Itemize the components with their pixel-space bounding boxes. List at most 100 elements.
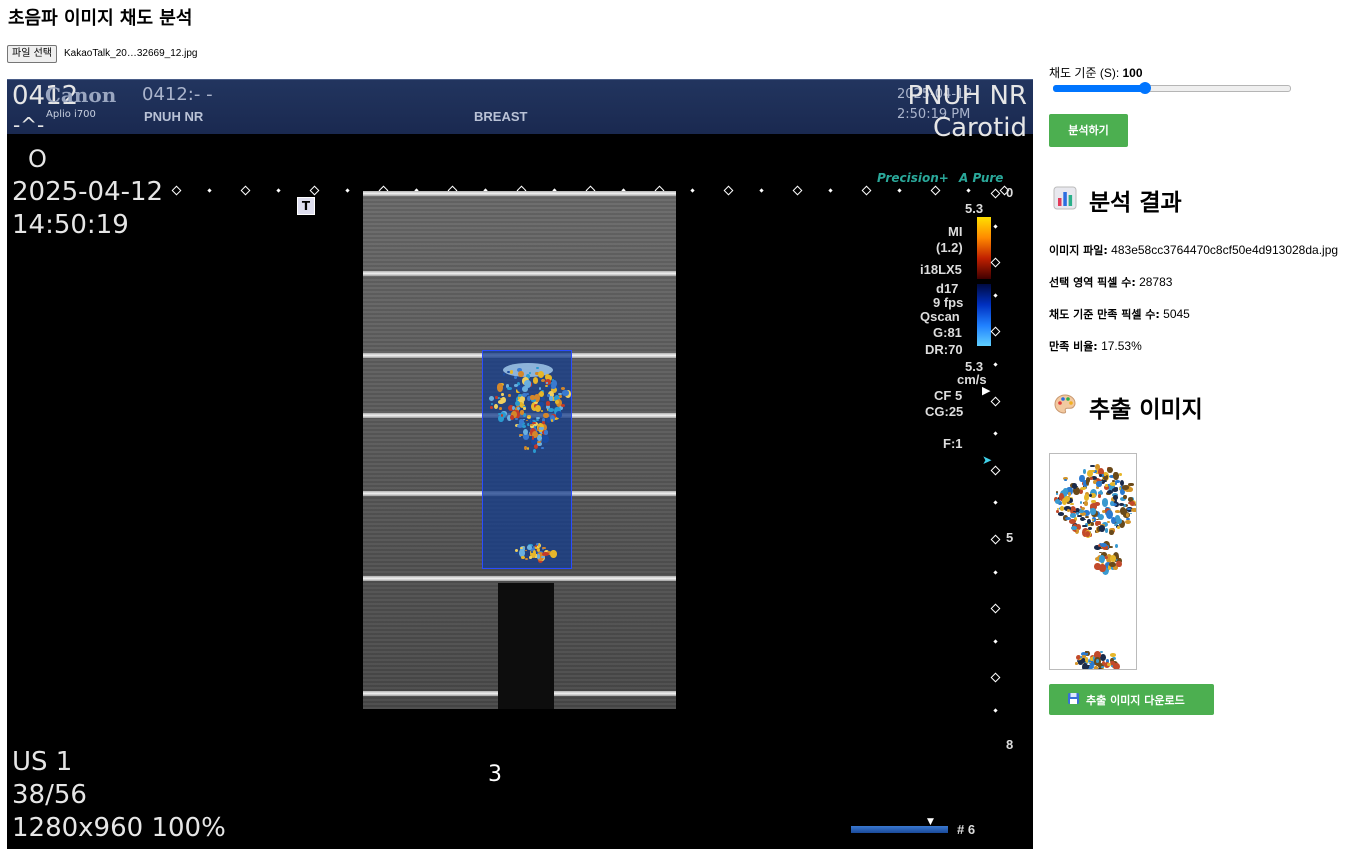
focus-dot: [758, 188, 764, 193]
depth-tick: [990, 326, 1001, 337]
results-heading: 분석 결과: [1089, 190, 1182, 216]
gain-label: G:81: [933, 325, 962, 340]
analyze-button[interactable]: 분석하기: [1049, 114, 1128, 147]
ultrasound-image[interactable]: 0412 Canon Aplio i700 -^- 0412:- - PNUH …: [7, 79, 1033, 849]
extracted-speckle: [1085, 477, 1091, 483]
extracted-speckle: [1105, 528, 1109, 533]
doppler-speckle: [490, 402, 494, 406]
doppler-speckle: [536, 418, 539, 421]
extracted-speckle: [1069, 513, 1077, 518]
extracted-speckle: [1116, 560, 1122, 568]
focus-dot: [275, 188, 281, 193]
extracted-speckle: [1084, 656, 1089, 662]
doppler-speckle: [488, 396, 495, 402]
frame-counter: 38/56: [12, 780, 87, 810]
extracted-speckle: [1082, 524, 1087, 528]
selected-file-name: KakaoTalk_20…32669_12.jpg: [64, 48, 198, 59]
download-extracted-button[interactable]: 추출 이미지 다운로드: [1049, 684, 1214, 715]
extracted-speckle: [1115, 543, 1119, 548]
scan-date: 2025-04-12: [12, 177, 164, 207]
extracted-speckle: [1130, 507, 1136, 513]
extracted-speckle: [1059, 506, 1064, 511]
floppy-disk-icon: [1068, 693, 1079, 704]
result-selected-pixels: 선택 영역 픽셀 수: 28783: [1049, 274, 1172, 290]
doppler-speckle: [501, 397, 506, 404]
doppler-speckle: [519, 433, 523, 437]
doppler-speckle: [551, 379, 558, 387]
doppler-speckle: [530, 424, 533, 427]
result-image-file: 이미지 파일: 483e58cc3764470c8cf50e4d913028da…: [1049, 242, 1338, 258]
focus-arrow-icon: ➤: [982, 453, 993, 467]
extracted-speckle: [1123, 494, 1127, 500]
extracted-speckle: [1112, 487, 1119, 492]
extracted-speckle: [1096, 658, 1099, 663]
doppler-speckle: [508, 394, 511, 398]
focus-dot: [171, 185, 182, 196]
mi-value: (1.2): [936, 240, 963, 255]
doppler-speckle: [530, 395, 535, 400]
doppler-speckle: [538, 371, 545, 379]
doppler-speckle: [517, 370, 524, 378]
velocity-color-bar-positive: [977, 217, 991, 279]
extracted-speckle: [1094, 666, 1098, 669]
extracted-speckle: [1109, 530, 1114, 535]
extracted-speckle: [1087, 470, 1093, 478]
extracted-speckle: [1114, 523, 1118, 525]
scanner-brand-logo: Canon: [45, 83, 117, 107]
doppler-speckle: [536, 554, 541, 559]
cine-label: # 6: [957, 822, 976, 837]
depth-tick: [993, 569, 998, 575]
depth-label-5: 5: [1006, 530, 1014, 545]
extracted-speckle: [1128, 482, 1134, 487]
extracted-speckle: [1102, 479, 1108, 483]
focus-dot: [689, 188, 695, 193]
doppler-speckle: [521, 393, 527, 397]
focus-dot: [240, 185, 251, 196]
doppler-speckle: [523, 445, 528, 450]
extracted-speckle: [1090, 464, 1095, 468]
extracted-speckle: [1114, 510, 1120, 513]
extracted-speckle: [1119, 472, 1123, 477]
color-doppler-roi[interactable]: [482, 350, 572, 569]
cg-label: CG:25: [925, 404, 964, 419]
doppler-speckle: [510, 414, 514, 420]
doppler-speckle: [520, 396, 525, 402]
depth-param: d17: [936, 281, 959, 296]
doppler-speckle: [548, 408, 555, 412]
doppler-speckle: [540, 409, 544, 412]
depth-tick: [990, 396, 1001, 407]
play-arrow-icon: ▶: [982, 384, 991, 397]
file-select-button[interactable]: 파일 선택: [7, 45, 57, 63]
extracted-speckle: [1090, 657, 1093, 661]
extracted-speckle: [1077, 514, 1082, 518]
extracted-speckle: [1101, 498, 1109, 508]
result-value: 483e58cc3764470c8cf50e4d913028da.jpg: [1111, 243, 1339, 257]
extracted-speckle: [1110, 555, 1116, 562]
extracted-speckle: [1083, 501, 1088, 506]
doppler-speckle: [496, 382, 504, 392]
extracted-speckle: [1079, 505, 1082, 508]
depth-tick: [993, 500, 998, 506]
depth-tick: [990, 672, 1001, 683]
focus-label: F:1: [943, 436, 963, 451]
extracted-speckle: [1071, 482, 1078, 489]
extracted-speckle: [1083, 493, 1090, 502]
extracted-speckle: [1130, 512, 1133, 515]
doppler-speckle: [537, 544, 541, 547]
apure-tag: A Pure: [959, 171, 1004, 185]
cine-bar[interactable]: [851, 826, 948, 833]
extracted-speckle: [1099, 563, 1106, 573]
doppler-speckle: [537, 440, 542, 444]
doppler-speckle: [501, 392, 505, 396]
depth-tick: [990, 257, 1001, 268]
scale-top: 5.3: [965, 201, 984, 216]
saturation-slider-thumb[interactable]: [1139, 82, 1151, 94]
saturation-value: 100: [1122, 66, 1143, 80]
extracted-speckle: [1061, 497, 1068, 505]
result-label: 이미지 파일:: [1049, 244, 1108, 257]
preset-label: Carotid: [932, 113, 1027, 143]
focus-dot: [896, 188, 902, 193]
extracted-speckle: [1087, 526, 1093, 531]
saturation-slider-fill: [1053, 85, 1145, 92]
extracted-speckle: [1116, 525, 1120, 529]
